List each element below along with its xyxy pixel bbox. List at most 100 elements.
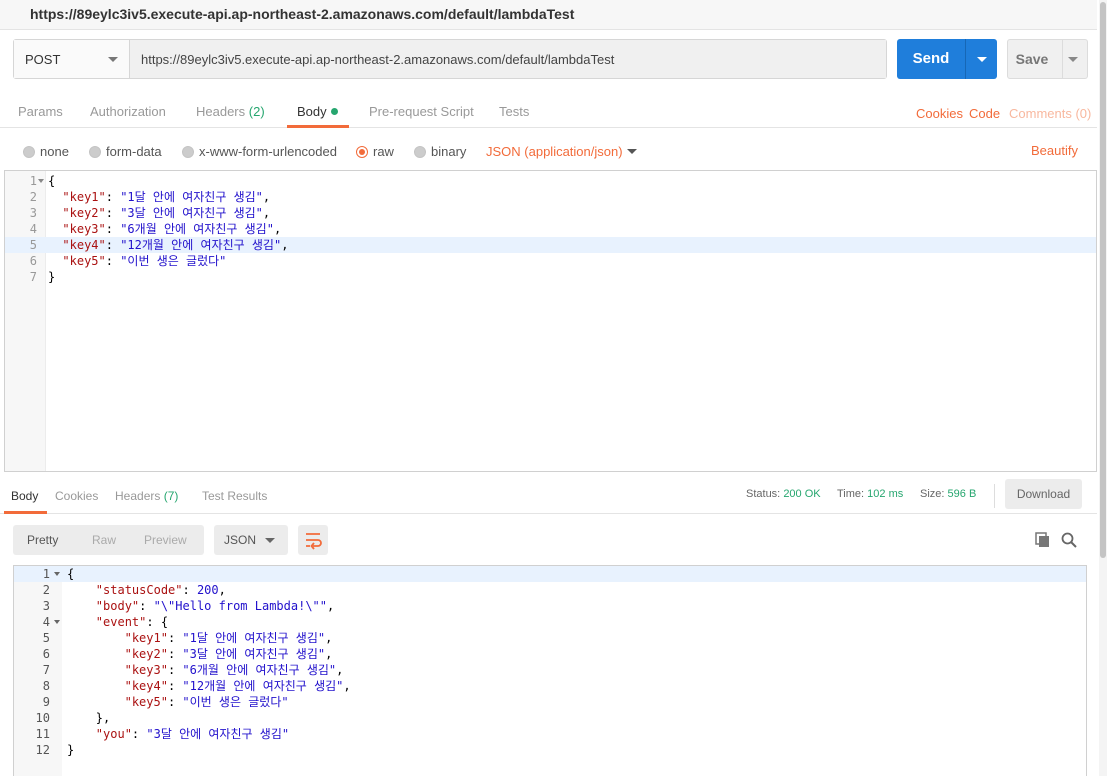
- comments-link[interactable]: Comments (0): [1009, 106, 1091, 121]
- code-line: 1{: [5, 173, 1096, 189]
- response-tab-headers[interactable]: Headers (7): [115, 489, 178, 503]
- code-line: 5 "key1": "1달 안에 여자친구 생김",: [14, 630, 1086, 646]
- json-separator: :: [105, 206, 121, 220]
- copy-icon[interactable]: [1035, 532, 1051, 548]
- send-button[interactable]: Send: [897, 39, 997, 79]
- code-text: "body": "\"Hello from Lambda!\"",: [67, 598, 334, 614]
- chevron-down-icon: [108, 57, 118, 62]
- tab-params[interactable]: Params: [18, 104, 63, 119]
- json-separator: :: [105, 222, 121, 236]
- send-options-button[interactable]: [966, 39, 997, 79]
- view-preview-button[interactable]: Preview: [144, 533, 187, 547]
- scrollbar-thumb[interactable]: [1100, 2, 1106, 558]
- content-type-select[interactable]: JSON (application/json): [486, 144, 623, 159]
- wrap-lines-icon: [306, 533, 322, 550]
- response-tab-body[interactable]: Body: [11, 489, 38, 503]
- json-key: "key2": [62, 206, 106, 220]
- json-separator: :: [105, 238, 121, 252]
- search-icon[interactable]: [1061, 532, 1077, 548]
- beautify-link[interactable]: Beautify: [1031, 143, 1078, 158]
- radio-none[interactable]: [23, 146, 35, 158]
- line-number: 4: [29, 222, 37, 236]
- json-key: "event": [95, 615, 147, 629]
- chevron-down-icon: [627, 149, 637, 154]
- method-value: POST: [25, 52, 61, 67]
- json-key: "key3": [124, 663, 168, 677]
- fold-arrow-icon[interactable]: [38, 179, 44, 183]
- json-value: "3달 안에 여자친구 생김": [146, 727, 290, 741]
- response-tab-cookies[interactable]: Cookies: [55, 489, 98, 503]
- json-value: "이번 생은 글렀다": [182, 695, 289, 709]
- response-tab-test-results[interactable]: Test Results: [202, 489, 267, 503]
- window-title: https://89eylc3iv5.execute-api.ap-northe…: [30, 6, 575, 22]
- json-value: "1달 안에 여자친구 생김": [182, 631, 326, 645]
- json-punct: ,: [218, 583, 226, 597]
- response-body-viewer[interactable]: 1{2 "statusCode": 200, 3 "body": "\"Hello f…: [13, 565, 1087, 776]
- active-response-tab-indicator: [4, 511, 47, 514]
- tab-body[interactable]: Body: [297, 104, 338, 119]
- request-body-editor[interactable]: 1{2 "key1": "1달 안에 여자친구 생김", 3 "key2": "3달 …: [4, 170, 1097, 472]
- size-label: Size:: [920, 488, 945, 500]
- radio-binary-label: binary: [431, 144, 467, 159]
- fold-arrow-icon[interactable]: [54, 620, 60, 624]
- fold-arrow-icon[interactable]: [54, 572, 60, 576]
- save-label: Save: [1015, 51, 1049, 67]
- json-key: "key5": [62, 254, 106, 268]
- code-link[interactable]: Code: [969, 106, 1000, 121]
- download-button[interactable]: Download: [1005, 479, 1082, 509]
- radio-none-label: none: [40, 144, 69, 159]
- radio-urlencoded[interactable]: [182, 146, 194, 158]
- json-value: "3달 안에 여자친구 생김": [120, 206, 263, 220]
- code-line: 2 "key1": "1달 안에 여자친구 생김",: [5, 189, 1096, 205]
- code-text: "statusCode": 200,: [67, 582, 226, 598]
- code-text: "key1": "1달 안에 여자친구 생김",: [67, 630, 333, 646]
- json-value: "\"Hello from Lambda!\"": [153, 599, 327, 613]
- url-input[interactable]: [131, 40, 886, 78]
- code-text: "key2": "3달 안에 여자친구 생김",: [48, 205, 270, 221]
- line-number: 5: [42, 631, 50, 645]
- code-text: "key3": "6개월 안에 여자친구 생김",: [67, 662, 344, 678]
- cookies-link[interactable]: Cookies: [916, 106, 963, 121]
- code-line: 4 "key3": "6개월 안에 여자친구 생김",: [5, 221, 1096, 237]
- json-separator: :: [167, 631, 183, 645]
- json-punct: ,: [262, 206, 271, 220]
- method-select[interactable]: POST: [14, 40, 130, 78]
- format-select[interactable]: JSON: [214, 525, 288, 555]
- json-separator: :: [182, 583, 197, 597]
- json-key: "key2": [124, 647, 168, 661]
- code-line: 4 "event": {: [14, 614, 1086, 630]
- radio-raw[interactable]: [356, 146, 368, 158]
- size-value: 596 B: [947, 488, 977, 500]
- code-text: {: [48, 173, 55, 189]
- line-number: 6: [29, 254, 37, 268]
- save-button[interactable]: Save: [1007, 39, 1088, 79]
- code-text: "you": "3달 안에 여자친구 생김": [67, 726, 289, 742]
- radio-binary[interactable]: [414, 146, 426, 158]
- tab-headers[interactable]: Headers (2): [196, 104, 265, 119]
- code-line: 6 "key2": "3달 안에 여자친구 생김",: [14, 646, 1086, 662]
- json-key: "key5": [124, 695, 168, 709]
- wrap-lines-button[interactable]: [298, 525, 328, 555]
- view-pretty-button[interactable]: Pretty: [27, 533, 58, 547]
- code-text: }: [67, 742, 74, 758]
- radio-form-data[interactable]: [89, 146, 101, 158]
- tab-prerequest-script[interactable]: Pre-request Script: [369, 104, 474, 119]
- line-number: 2: [42, 583, 50, 597]
- tab-authorization[interactable]: Authorization: [90, 104, 166, 119]
- json-punct: ,: [262, 190, 271, 204]
- code-line: 1{: [14, 566, 1086, 582]
- view-raw-button[interactable]: Raw: [92, 533, 116, 547]
- code-line: 8 "key4": "12개월 안에 여자친구 생김",: [14, 678, 1086, 694]
- json-key: "statusCode": [95, 583, 183, 597]
- code-text: "event": {: [67, 614, 168, 630]
- json-separator: :: [139, 599, 154, 613]
- tab-tests[interactable]: Tests: [499, 104, 529, 119]
- size-readout: Size: 596 B: [920, 488, 976, 500]
- code-text: "key4": "12개월 안에 여자친구 생김",: [67, 678, 351, 694]
- divider: [994, 484, 995, 508]
- chevron-down-icon: [977, 57, 987, 62]
- json-punct: ,: [281, 238, 289, 252]
- json-brace: {: [48, 174, 56, 188]
- line-number: 10: [35, 711, 50, 725]
- json-key: "you": [95, 727, 132, 741]
